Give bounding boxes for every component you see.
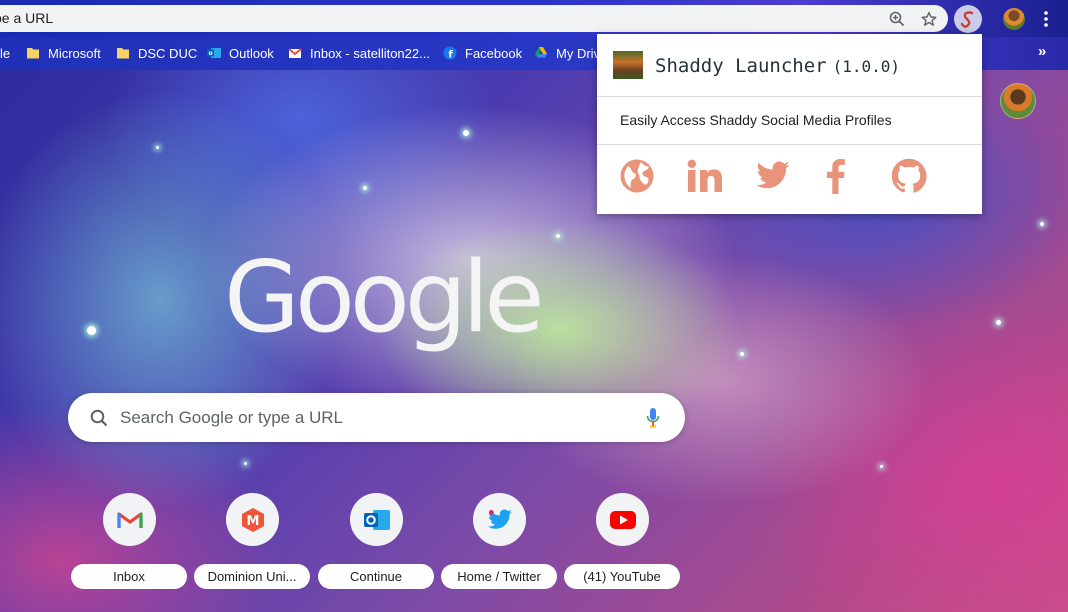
folder-icon <box>27 48 39 59</box>
bookmark-google-drive[interactable]: My Driv <box>534 44 600 62</box>
bookmark-star-icon[interactable] <box>921 11 937 27</box>
more-bookmarks-chevron-icon[interactable]: » <box>1038 43 1046 60</box>
page-profile-avatar[interactable] <box>1000 83 1036 119</box>
bookmark-label: Outlook <box>229 45 274 61</box>
google-logo: Google <box>224 241 545 355</box>
address-bar-text: pe a URL <box>0 10 54 26</box>
popup-description: Easily Access Shaddy Social Media Profil… <box>597 97 982 145</box>
gmail-icon <box>116 511 143 528</box>
bookmark-facebook[interactable]: f Facebook <box>443 44 522 62</box>
github-icon <box>891 158 927 193</box>
linkedin-link[interactable] <box>685 156 725 196</box>
svg-text:o: o <box>208 50 212 57</box>
bookmark-label: Facebook <box>465 45 523 61</box>
bookmark-folder-dsc-duc[interactable]: DSC DUC <box>116 44 197 62</box>
github-link[interactable] <box>889 156 929 196</box>
bookmark-label: My Driv <box>556 45 601 61</box>
shaddy-launcher-popup: Shaddy Launcher (1.0.0) Easily Access Sha… <box>597 34 982 214</box>
shortcut-tile-dominion-uni[interactable]: M Dominion Uni... <box>194 493 310 591</box>
mymemo-icon: M <box>241 507 264 532</box>
shortcut-icon-circle <box>473 493 526 546</box>
svg-text:f: f <box>448 50 453 61</box>
search-icon <box>90 409 108 427</box>
popup-title: Shaddy Launcher (1.0.0) <box>655 55 900 77</box>
shortcut-icon-circle: M <box>226 493 279 546</box>
browser-toolbar: pe a URL <box>0 0 1068 37</box>
facebook-link[interactable] <box>815 156 855 196</box>
facebook-icon <box>827 159 845 194</box>
twitter-link[interactable] <box>753 156 793 196</box>
drive-icon <box>535 47 547 58</box>
outlook-icon: o <box>207 48 221 58</box>
facebook-icon: f <box>443 46 457 60</box>
linkedin-icon <box>687 159 722 192</box>
shortcut-label: Dominion Uni... <box>194 564 310 589</box>
twitter-icon <box>756 161 790 189</box>
shortcut-tile-home-twitter[interactable]: Home / Twitter <box>441 493 557 591</box>
shortcut-icon-circle <box>350 493 403 546</box>
profile-avatar[interactable] <box>1003 8 1025 30</box>
gmail-icon <box>288 48 302 58</box>
extension-logo-icon <box>960 11 974 28</box>
outlook-icon <box>363 509 390 530</box>
voice-search-mic-icon[interactable] <box>646 407 660 429</box>
popup-avatar-image <box>613 51 643 79</box>
bookmark-label: DSC DUC <box>138 45 198 61</box>
shortcut-label: Inbox <box>71 564 187 589</box>
search-input[interactable] <box>120 406 620 430</box>
youtube-icon <box>609 510 636 529</box>
bookmark-gmail-inbox[interactable]: Inbox - satelliton22... <box>288 44 430 62</box>
shortcut-tile-youtube[interactable]: (41) YouTube <box>564 493 680 591</box>
search-box[interactable] <box>68 393 685 442</box>
shortcut-tile-inbox[interactable]: Inbox <box>71 493 187 591</box>
svg-text:M: M <box>246 514 259 529</box>
shortcut-icon-circle <box>596 493 649 546</box>
globe-icon <box>620 159 654 193</box>
bookmark-label: le <box>0 45 11 61</box>
popup-header: Shaddy Launcher (1.0.0) <box>597 34 982 97</box>
shortcut-icon-circle <box>103 493 156 546</box>
shortcut-tile-continue[interactable]: Continue <box>318 493 434 591</box>
folder-icon <box>117 48 129 59</box>
address-bar[interactable]: pe a URL <box>0 5 948 32</box>
shortcut-label: Continue <box>318 564 434 589</box>
bookmark-folder-microsoft[interactable]: Microsoft <box>26 44 101 62</box>
popup-version: (1.0.0) <box>832 57 901 76</box>
bookmark-item[interactable]: le <box>0 44 10 62</box>
website-link[interactable] <box>617 156 657 196</box>
shaddy-launcher-extension-button[interactable] <box>954 5 982 33</box>
popup-title-text: Shaddy Launcher <box>655 55 827 77</box>
bookmark-outlook[interactable]: o Outlook <box>207 44 274 62</box>
browser-menu-icon[interactable] <box>1040 10 1052 28</box>
bookmark-label: Inbox - satelliton22... <box>310 45 430 61</box>
zoom-icon[interactable] <box>889 11 905 27</box>
bookmark-label: Microsoft <box>48 45 101 61</box>
shortcut-label: (41) YouTube <box>564 564 680 589</box>
shortcut-label: Home / Twitter <box>441 564 557 589</box>
twitter-icon <box>487 508 512 529</box>
